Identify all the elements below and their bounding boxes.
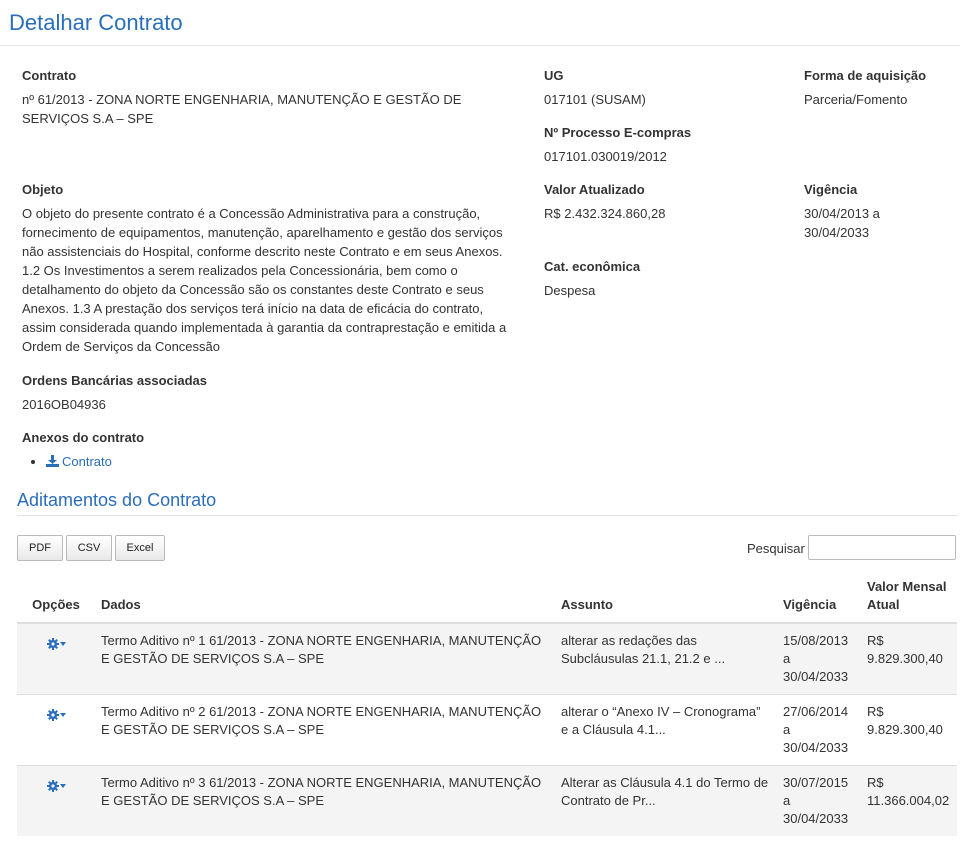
table-row: Termo Aditivo nº 2 61/2013 - ZONA NORTE …: [17, 694, 957, 766]
cat-economica-label: Cat. econômica: [544, 259, 641, 274]
col-dados[interactable]: Dados: [95, 574, 555, 624]
dados-cell: Termo Aditivo nº 2 61/2013 - ZONA NORTE …: [95, 694, 555, 766]
export-csv-button[interactable]: CSV: [66, 535, 112, 561]
row-options-button[interactable]: [46, 709, 66, 721]
anexo-contrato-label: Contrato: [62, 454, 112, 469]
row-options-button[interactable]: [46, 780, 66, 792]
gear-icon: [46, 709, 59, 721]
col-assunto[interactable]: Assunto: [555, 574, 777, 624]
search-input[interactable]: [808, 535, 956, 560]
col-vigencia[interactable]: Vigência: [777, 574, 861, 624]
chevron-down-icon: [59, 642, 66, 646]
dados-cell: Termo Aditivo nº 3 61/2013 - ZONA NORTE …: [95, 765, 555, 836]
row-options-button[interactable]: [46, 638, 66, 650]
col-opcoes[interactable]: Opções: [17, 574, 95, 624]
anexos-label: Anexos do contrato: [22, 430, 145, 445]
aditamentos-title: Aditamentos do Contrato: [17, 490, 217, 510]
aditamentos-divider: [17, 515, 957, 516]
col-valor-mensal[interactable]: Valor Mensal Atual: [861, 574, 957, 624]
export-pdf-button[interactable]: PDF: [17, 535, 63, 561]
dados-cell: Termo Aditivo nº 1 61/2013 - ZONA NORTE …: [95, 622, 555, 695]
assunto-cell: alterar o “Anexo IV – Cronograma” e a Cl…: [555, 694, 777, 766]
download-icon: [46, 453, 59, 467]
options-cell: [17, 765, 95, 836]
gear-icon: [46, 638, 59, 650]
contrato-value: nº 61/2013 - ZONA NORTE ENGENHARIA, MANU…: [22, 92, 462, 126]
vigencia-cell: 30/07/2015 a 30/04/2033: [777, 765, 861, 836]
options-cell: [17, 622, 95, 695]
vigencia-cell: 27/06/2014 a 30/04/2033: [777, 694, 861, 766]
search-label: Pesquisar: [747, 541, 805, 556]
table-header-row: Opções Dados Assunto Vigência Valor Mens…: [17, 574, 957, 624]
anexo-contrato-link[interactable]: Contrato: [46, 454, 112, 469]
export-excel-button[interactable]: Excel: [115, 535, 165, 561]
objeto-label: Objeto: [22, 182, 64, 197]
ug-label: UG: [544, 68, 564, 83]
chevron-down-icon: [59, 713, 66, 717]
forma-aquisicao-value: Parceria/Fomento: [804, 92, 908, 107]
contrato-label: Contrato: [22, 68, 77, 83]
assunto-cell: Alterar as Cláusula 4.1 do Termo de Cont…: [555, 765, 777, 836]
objeto-value: O objeto do presente contrato é a Conces…: [22, 206, 507, 354]
chevron-down-icon: [59, 784, 66, 788]
gear-icon: [46, 780, 59, 792]
valor-atualizado-label: Valor Atualizado: [544, 182, 645, 197]
valor-cell: R$ 11.366.004,02: [861, 765, 957, 836]
valor-cell: R$ 9.829.300,40: [861, 622, 957, 695]
assunto-cell: alterar as redações das Subcláusulas 21.…: [555, 622, 777, 695]
table-row: Termo Aditivo nº 3 61/2013 - ZONA NORTE …: [17, 765, 957, 836]
ug-value: 017101 (SUSAM): [544, 92, 646, 107]
ordens-bancarias-value: 2016OB04936: [22, 397, 106, 412]
options-cell: [17, 694, 95, 766]
anexos-list: Contrato: [22, 452, 112, 472]
ordens-bancarias-label: Ordens Bancárias associadas: [22, 373, 207, 388]
valor-atualizado-value: R$ 2.432.324.860,28: [544, 206, 666, 221]
vigencia-value: 30/04/2013 a 30/04/2033: [804, 206, 880, 240]
vigencia-label: Vigência: [804, 182, 858, 197]
title-divider: [0, 45, 960, 46]
valor-cell: R$ 9.829.300,40: [861, 694, 957, 766]
aditamentos-table: Opções Dados Assunto Vigência Valor Mens…: [17, 574, 957, 836]
processo-value: 017101.030019/2012: [544, 149, 667, 164]
anexo-item: Contrato: [46, 452, 112, 472]
processo-label: Nº Processo E-compras: [544, 125, 692, 140]
forma-aquisicao-label: Forma de aquisição: [804, 68, 927, 83]
table-row: Termo Aditivo nº 1 61/2013 - ZONA NORTE …: [17, 622, 957, 695]
cat-economica-value: Despesa: [544, 283, 596, 298]
vigencia-cell: 15/08/2013 a 30/04/2033: [777, 622, 861, 695]
page-title: Detalhar Contrato: [9, 10, 183, 35]
